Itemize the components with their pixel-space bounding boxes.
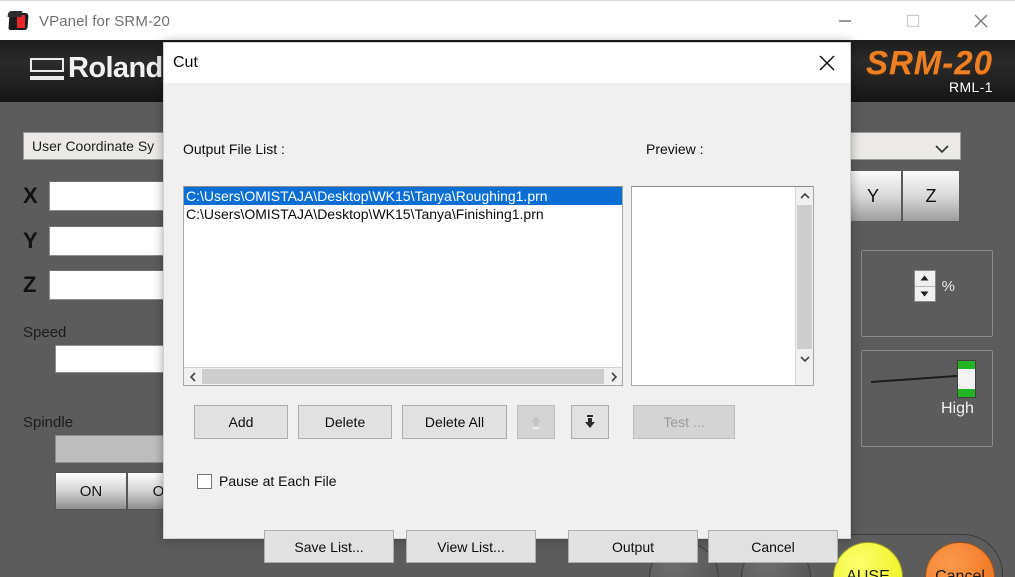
- save-list-button[interactable]: Save List...: [264, 530, 394, 563]
- roland-mark-icon: [30, 57, 64, 80]
- scroll-right-icon[interactable]: [605, 368, 622, 385]
- window-title: VPanel for SRM-20: [39, 12, 170, 30]
- spindle-label: Spindle: [23, 414, 74, 431]
- pause-each-file-checkbox[interactable]: Pause at Each File: [197, 473, 337, 489]
- pause-button[interactable]: AUSE: [833, 542, 903, 577]
- percent-unit-label: %: [941, 277, 955, 295]
- test-button[interactable]: Test ...: [633, 405, 735, 439]
- output-file-listbox[interactable]: C:\Users\OMISTAJA\Desktop\WK15\Tanya\Rou…: [183, 186, 623, 386]
- scroll-up-icon[interactable]: [796, 187, 813, 204]
- axis-label-x: X: [23, 183, 38, 208]
- dialog-cancel-button[interactable]: Cancel: [708, 530, 838, 563]
- axis-label-y: Y: [23, 228, 38, 253]
- spindle-on-button[interactable]: ON: [55, 472, 127, 510]
- axis-jog-buttons: Y Z: [844, 170, 960, 222]
- stepper-down-icon[interactable]: [915, 287, 935, 302]
- feed-percent-control: %: [913, 270, 955, 302]
- axis-button-y[interactable]: Y: [844, 170, 902, 222]
- slider-high-label: High: [941, 400, 974, 417]
- dialog-body: Output File List : Preview : C:\Users\OM…: [164, 83, 850, 563]
- move-up-button[interactable]: [517, 405, 555, 439]
- slider-track: [870, 374, 967, 383]
- chevron-down-icon: [934, 141, 950, 157]
- vertical-scroll-thumb[interactable]: [797, 205, 812, 349]
- screen: VPanel for SRM-20 Roland SRM-20 RML-1 Us…: [0, 0, 1015, 577]
- window-controls: [811, 1, 1015, 41]
- move-down-button[interactable]: [571, 405, 609, 439]
- delete-all-button[interactable]: Delete All: [402, 405, 507, 439]
- view-list-button[interactable]: View List...: [406, 530, 536, 563]
- coordinate-system-value: User Coordinate Sy: [32, 138, 155, 154]
- spindle-speed-slider[interactable]: High: [870, 360, 983, 422]
- cancel-button[interactable]: Cancel: [925, 542, 995, 577]
- output-button[interactable]: Output: [568, 530, 698, 563]
- add-button[interactable]: Add: [194, 405, 288, 439]
- delete-button[interactable]: Delete: [298, 405, 392, 439]
- move-up-icon: [529, 414, 543, 430]
- window-titlebar: VPanel for SRM-20: [0, 0, 1015, 41]
- scroll-left-icon[interactable]: [184, 368, 201, 385]
- roland-wordmark: Roland: [68, 52, 163, 84]
- device-model: SRM-20: [865, 44, 993, 81]
- minimize-icon[interactable]: [811, 1, 879, 41]
- pause-each-file-label: Pause at Each File: [219, 473, 337, 489]
- percent-stepper[interactable]: [913, 270, 936, 302]
- axis-button-z[interactable]: Z: [902, 170, 960, 222]
- cut-dialog: Cut Output File List : Preview : C:\User…: [163, 42, 851, 563]
- move-down-icon: [583, 414, 597, 430]
- device-badge: SRM-20 RML-1: [865, 44, 993, 95]
- speed-label: Speed: [23, 324, 67, 341]
- dialog-close-icon[interactable]: [804, 43, 850, 83]
- roland-logo: Roland: [30, 54, 163, 83]
- preview-label: Preview :: [646, 141, 704, 157]
- vpanel-app-icon: [7, 10, 30, 32]
- stepper-up-icon[interactable]: [914, 271, 935, 287]
- horizontal-scroll-thumb[interactable]: [202, 369, 604, 384]
- axis-label-z: Z: [23, 272, 37, 297]
- list-item[interactable]: C:\Users\OMISTAJA\Desktop\WK15\Tanya\Fin…: [184, 205, 622, 223]
- close-icon[interactable]: [947, 1, 1015, 41]
- preview-vertical-scrollbar[interactable]: [795, 187, 813, 385]
- preview-box[interactable]: [631, 186, 814, 386]
- output-file-list-label: Output File List :: [183, 141, 285, 157]
- list-item[interactable]: C:\Users\OMISTAJA\Desktop\WK15\Tanya\Rou…: [184, 187, 622, 205]
- scroll-down-icon[interactable]: [796, 350, 813, 367]
- checkbox-box[interactable]: [197, 473, 212, 489]
- dialog-titlebar: Cut: [164, 43, 850, 83]
- slider-thumb[interactable]: [957, 360, 976, 398]
- listbox-horizontal-scrollbar[interactable]: [184, 367, 622, 385]
- maximize-icon[interactable]: [879, 1, 947, 41]
- device-protocol: RML-1: [948, 78, 993, 95]
- dialog-title: Cut: [173, 54, 198, 71]
